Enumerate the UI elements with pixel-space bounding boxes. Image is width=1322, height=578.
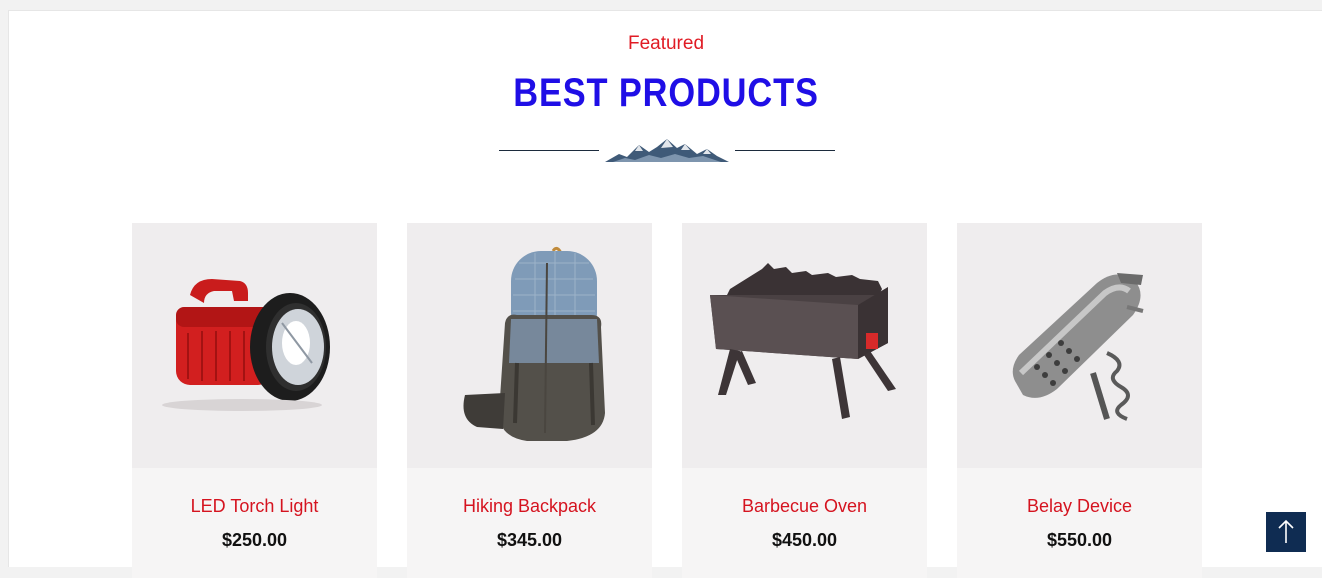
arrow-up-icon xyxy=(1278,519,1294,543)
product-name[interactable]: Belay Device xyxy=(957,496,1202,517)
mountains-icon xyxy=(605,139,729,162)
backpack-image xyxy=(463,246,605,441)
product-card[interactable]: Belay Device $550.00 xyxy=(957,223,1202,578)
product-price: $450.00 xyxy=(771,530,838,550)
product-image[interactable] xyxy=(132,223,377,468)
product-name[interactable]: Barbecue Oven xyxy=(682,496,927,517)
title-divider xyxy=(499,133,835,167)
product-image[interactable] xyxy=(957,223,1202,468)
best-products-section: Featured BEST PRODUCTS LED Torch Light $… xyxy=(8,10,1322,578)
torch-image xyxy=(162,279,330,411)
barbecue-image xyxy=(710,263,896,419)
section-title: BEST PRODUCTS xyxy=(513,71,819,115)
product-price: $345.00 xyxy=(496,530,563,550)
back-to-top-button[interactable] xyxy=(1266,512,1306,552)
divider-line-right xyxy=(735,150,835,151)
multitool-image xyxy=(1012,273,1144,421)
product-name[interactable]: Hiking Backpack xyxy=(407,496,652,517)
divider-line-left xyxy=(499,150,599,151)
product-card[interactable]: Hiking Backpack $345.00 xyxy=(407,223,652,578)
section-eyebrow: Featured xyxy=(627,33,705,54)
product-image[interactable] xyxy=(682,223,927,468)
product-card[interactable]: Barbecue Oven $450.00 xyxy=(682,223,927,578)
product-card[interactable]: LED Torch Light $250.00 xyxy=(132,223,377,578)
product-price: $250.00 xyxy=(221,530,288,550)
product-name[interactable]: LED Torch Light xyxy=(132,496,377,517)
product-price: $550.00 xyxy=(1046,530,1113,550)
product-image[interactable] xyxy=(407,223,652,468)
